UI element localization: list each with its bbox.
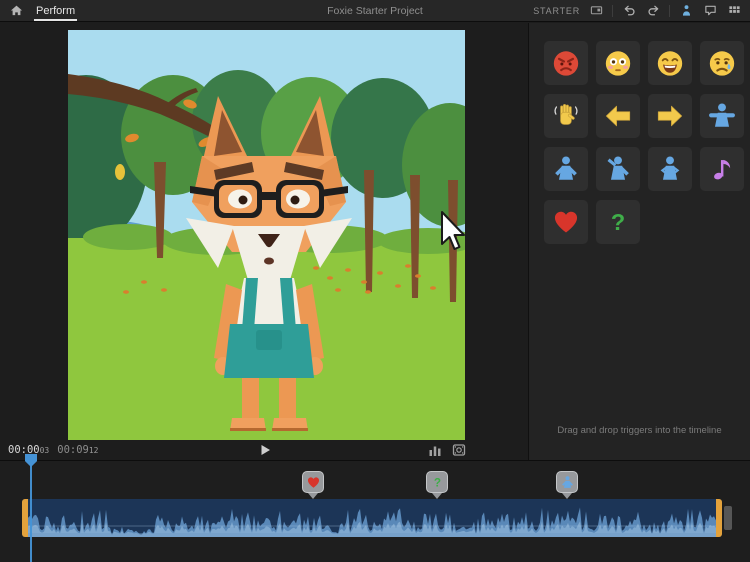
- timeline-marker-person-pose-a[interactable]: [556, 471, 578, 499]
- stage-artwork: [68, 30, 465, 440]
- trigger-question[interactable]: ?: [596, 200, 640, 244]
- trigger-grid: ?: [544, 41, 744, 244]
- trigger-sad-face[interactable]: [700, 41, 744, 85]
- grid-icon[interactable]: [726, 3, 742, 19]
- marker-heart-icon: [302, 471, 324, 493]
- trigger-flushed-face[interactable]: [596, 41, 640, 85]
- playhead-handle[interactable]: [25, 454, 37, 467]
- transport-bar: 00:000300:0912: [0, 440, 528, 460]
- track-end-tab[interactable]: [724, 506, 732, 530]
- triggers-panel: ? Drag and drop triggers into the timeli…: [528, 23, 750, 460]
- divider: [612, 5, 613, 17]
- timecode: 00:000300:0912: [8, 444, 107, 456]
- trigger-angry-face[interactable]: [544, 41, 588, 85]
- timeline: ?: [0, 460, 750, 562]
- trigger-person-pose-c[interactable]: [648, 147, 692, 191]
- tab-perform[interactable]: Perform: [34, 0, 77, 21]
- svg-text:?: ?: [433, 476, 440, 489]
- play-button[interactable]: [256, 441, 274, 459]
- trigger-person-pose-a[interactable]: [544, 147, 588, 191]
- marker-pointer: [432, 493, 442, 499]
- scene-canvas[interactable]: [68, 30, 465, 440]
- timeline-track[interactable]: [22, 499, 722, 537]
- topbar: Perform Foxie Starter Project STARTER: [0, 0, 750, 22]
- puppet-track-icon[interactable]: [678, 3, 694, 19]
- total-frames: 12: [89, 446, 99, 455]
- topbar-right: STARTER: [533, 0, 742, 21]
- chat-icon[interactable]: [702, 3, 718, 19]
- timeline-marker-question[interactable]: ?: [426, 471, 448, 499]
- marker-person-pose-a-icon: [556, 471, 578, 493]
- trigger-laughing-face[interactable]: [648, 41, 692, 85]
- home-icon[interactable]: [8, 3, 24, 19]
- trigger-person-pose-b[interactable]: [596, 147, 640, 191]
- playhead-line: [30, 466, 32, 562]
- marker-pointer: [308, 493, 318, 499]
- trigger-person-arms-out[interactable]: [700, 94, 744, 138]
- trigger-wave-hand[interactable]: [544, 94, 588, 138]
- clip-handle-right[interactable]: [716, 499, 722, 537]
- total-time: 00:09: [57, 444, 89, 456]
- current-frames: 03: [40, 446, 50, 455]
- timeline-marker-heart[interactable]: [302, 471, 324, 499]
- redo-icon[interactable]: [645, 3, 661, 19]
- marker-question-icon: ?: [426, 471, 448, 493]
- trigger-music-note[interactable]: [700, 147, 744, 191]
- starter-badge: STARTER: [533, 6, 580, 16]
- trigger-heart[interactable]: [544, 200, 588, 244]
- trigger-arrow-left[interactable]: [596, 94, 640, 138]
- topbar-left: Perform: [8, 0, 77, 21]
- marker-pointer: [562, 493, 572, 499]
- divider: [669, 5, 670, 17]
- stage-area: 00:000300:0912: [0, 23, 528, 460]
- trigger-arrow-right[interactable]: [648, 94, 692, 138]
- character-animator-window: Perform Foxie Starter Project STARTER: [0, 0, 750, 562]
- triggers-hint: Drag and drop triggers into the timeline: [529, 425, 750, 436]
- undo-icon[interactable]: [621, 3, 637, 19]
- svg-text:?: ?: [611, 209, 625, 235]
- screen-layout-icon[interactable]: [588, 3, 604, 19]
- audio-waveform: [28, 499, 716, 537]
